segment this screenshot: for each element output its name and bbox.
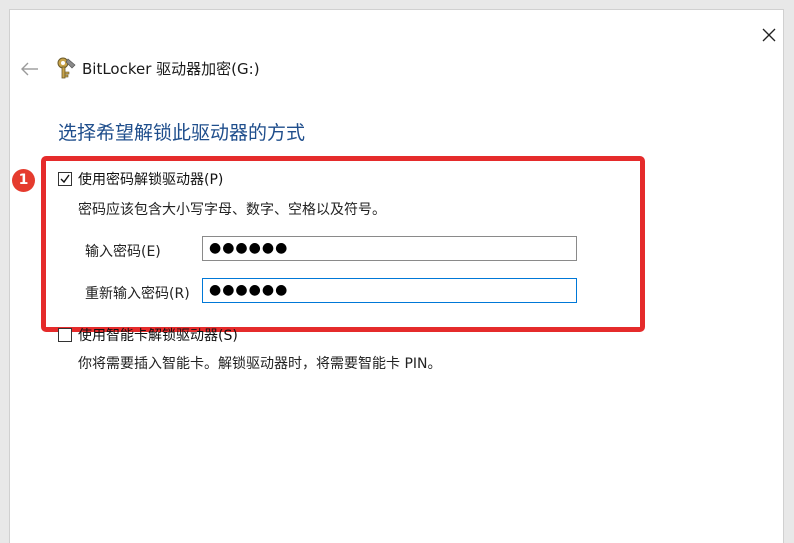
smartcard-option-label[interactable]: 使用智能卡解锁驱动器(S) (78, 325, 238, 345)
back-button[interactable] (18, 57, 42, 81)
step-badge: 1 (12, 169, 35, 192)
window-title: BitLocker 驱动器加密(G:) (82, 60, 260, 78)
bitlocker-key-icon (55, 56, 77, 80)
enter-password-input[interactable]: ●●●●●● (202, 236, 577, 261)
smartcard-hint: 你将需要插入智能卡。解锁驱动器时，将需要智能卡 PIN。 (78, 356, 442, 372)
checkmark-icon (60, 174, 70, 184)
page-heading: 选择希望解锁此驱动器的方式 (58, 122, 306, 144)
password-checkbox[interactable] (58, 172, 72, 186)
reenter-password-input[interactable]: ●●●●●● (202, 278, 577, 303)
back-arrow-icon (21, 62, 38, 76)
close-button[interactable] (754, 20, 784, 50)
bitlocker-wizard-window: BitLocker 驱动器加密(G:) 选择希望解锁此驱动器的方式 1 使用密码… (9, 9, 784, 543)
password-option-label[interactable]: 使用密码解锁驱动器(P) (78, 169, 223, 189)
close-icon (762, 28, 776, 42)
reenter-password-label: 重新输入密码(R) (85, 286, 190, 302)
enter-password-label: 输入密码(E) (85, 244, 161, 260)
password-hint: 密码应该包含大小写字母、数字、空格以及符号。 (78, 202, 386, 218)
smartcard-checkbox[interactable] (58, 328, 72, 342)
